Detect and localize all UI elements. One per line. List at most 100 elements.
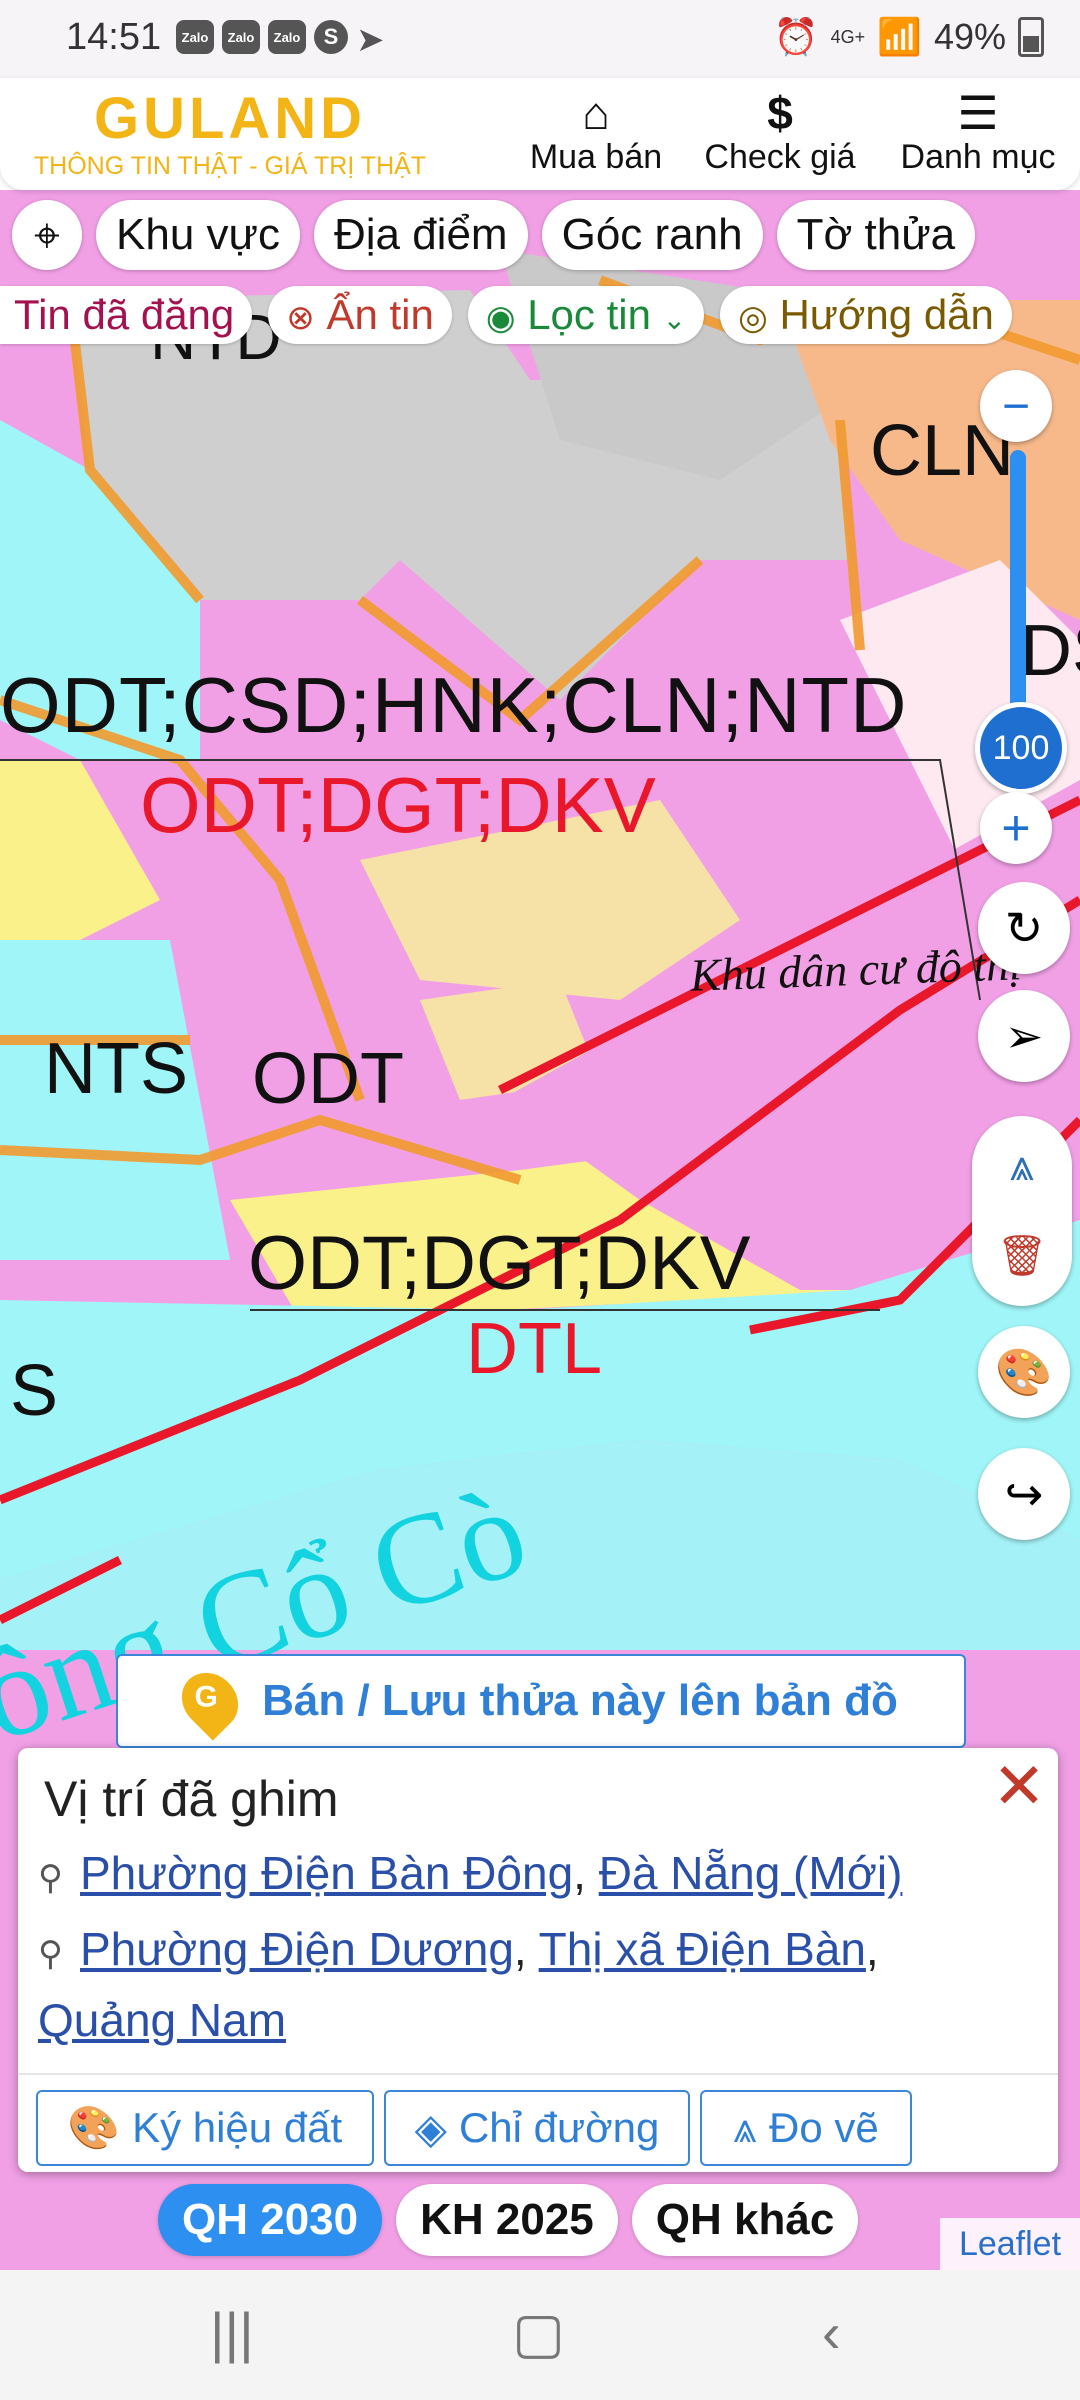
plan-tabs: QH 2030 KH 2025 QH khác: [158, 2184, 859, 2256]
logo[interactable]: GULAND THÔNG TIN THẬT - GIÁ TRỊ THẬT: [20, 86, 440, 181]
directions-label: Chỉ đường: [458, 2104, 660, 2151]
land-symbol-button[interactable]: 🎨 Ký hiệu đất: [36, 2090, 374, 2166]
nav-label: Check giá: [704, 138, 856, 176]
leaflet-attribution[interactable]: Leaflet: [940, 2218, 1080, 2270]
popup-title: Vị trí đã ghim: [44, 1771, 339, 1827]
battery-level: 49%: [933, 16, 1006, 57]
land-symbol-label: Ký hiệu đất: [132, 2104, 343, 2151]
back-icon[interactable]: ‹: [822, 2300, 841, 2365]
compass-icon: ⩓: [1009, 1141, 1035, 1190]
tab-qh-2030[interactable]: QH 2030: [158, 2184, 383, 2256]
pin-icon: ◉: [485, 299, 516, 337]
close-popup-button[interactable]: ✕: [984, 1754, 1054, 1818]
app-header: GULAND THÔNG TIN THẬT - GIÁ TRỊ THẬT ⌂ M…: [0, 78, 1080, 190]
chip-filter-label: Lọc tin: [527, 291, 651, 338]
draw-tools: ⩓ 🗑: [972, 1116, 1072, 1306]
chip-area[interactable]: Khu vực: [96, 200, 300, 270]
navigate-button[interactable]: ➢: [978, 990, 1070, 1082]
chevron-down-icon: ⌄: [662, 304, 687, 335]
chip-filter[interactable]: ◉ Lọc tin ⌄: [467, 286, 705, 344]
town-link[interactable]: Thị xã Điện Bàn: [539, 1923, 866, 1975]
map-label-line1: ODT;CSD;HNK;CLN;NTD: [0, 661, 908, 749]
chip-place[interactable]: Địa điểm: [313, 200, 528, 270]
share-icon: ↪: [1004, 1468, 1044, 1520]
house-icon: ⌂: [582, 87, 610, 139]
map-label-nts: NTS: [44, 1029, 188, 1109]
tab-qh-other[interactable]: QH khác: [631, 2184, 859, 2256]
pinned-location-popup: Vị trí đã ghim ✕ ⚲ Phường Điện Bàn Đông, …: [18, 1748, 1058, 2172]
map-label-dtl: DTL: [466, 1309, 603, 1389]
directions-icon: ◈: [414, 2104, 447, 2152]
logo-tagline: THÔNG TIN THẬT - GIÁ TRỊ THẬT: [33, 152, 427, 180]
status-bar: 14:51 Zalo Zalo Zalo S ➤ ⏰ 4G+ 📶 49%: [0, 0, 1080, 78]
signal-icon: 📶: [877, 16, 922, 57]
system-icons: ⏰ 4G+ 📶 49%: [774, 16, 1044, 58]
measure-button[interactable]: ⩓ Đo vẽ: [700, 2090, 912, 2166]
zoom-level-handle[interactable]: 100: [975, 702, 1067, 794]
nav-buy-sell[interactable]: ⌂ Mua bán: [516, 88, 676, 177]
battery-icon: [1018, 17, 1044, 57]
map-label-ds: DS: [1020, 611, 1080, 691]
alarm-icon: ⏰: [773, 16, 819, 57]
zoom-in-button[interactable]: +: [980, 792, 1052, 864]
guide-icon: ◎: [738, 299, 768, 337]
network-type: 4G+: [830, 26, 866, 47]
notification-icons: Zalo Zalo Zalo S ➤: [176, 20, 385, 60]
refresh-icon: ↻: [1004, 902, 1044, 954]
sell-save-parcel-button[interactable]: Bán / Lưu thửa này lên bản đồ: [116, 1654, 966, 1748]
compass-icon: ⩓: [733, 2103, 757, 2151]
chip-hide-label: Ẩn tin: [326, 291, 434, 338]
chip-guide-label: Hướng dẫn: [779, 291, 994, 338]
measure-label: Đo vẽ: [768, 2104, 879, 2151]
secondary-chip-row: Tin đã đăng ⊗ Ẩn tin ◉ Lọc tin ⌄ ◎ Hướng…: [0, 286, 1080, 350]
sell-button-label: Bán / Lưu thửa này lên bản đồ: [262, 1676, 898, 1725]
directions-button[interactable]: ◈ Chỉ đường: [384, 2090, 690, 2166]
ward-link[interactable]: Phường Điện Dương: [80, 1923, 514, 1975]
menu-icon: ☰: [957, 87, 999, 139]
zoom-out-button[interactable]: −: [980, 370, 1052, 442]
nav-label: Mua bán: [529, 138, 663, 176]
share-button[interactable]: ↪: [978, 1448, 1070, 1540]
guland-pin-icon: [170, 1661, 250, 1741]
clock: 14:51: [66, 16, 162, 58]
location-pin-icon: ⚲: [38, 1935, 63, 1973]
map-label-odt: ODT: [252, 1039, 404, 1119]
chip-hide[interactable]: ⊗ Ẩn tin: [268, 286, 452, 344]
chip-guide[interactable]: ◎ Hướng dẫn: [720, 286, 1012, 344]
x-circle-icon: ⊗: [286, 299, 315, 337]
province-link[interactable]: Quảng Nam: [38, 1994, 286, 2046]
logo-text: GULAND: [93, 86, 367, 151]
crosshair-icon: ⌖: [34, 209, 60, 261]
chip-parcel-sheet[interactable]: Tờ thửa: [776, 200, 976, 270]
trash-icon: 🗑: [996, 1234, 1048, 1278]
tab-kh-2025[interactable]: KH 2025: [396, 2184, 618, 2256]
dollar-icon: $: [767, 87, 793, 139]
nav-label: Danh mục: [900, 138, 1056, 176]
zalo-icon: Zalo: [176, 20, 214, 54]
map-label-line2: ODT;DGT;DKV: [140, 761, 656, 849]
compass-draw-button[interactable]: ⩓: [972, 1126, 1072, 1206]
zalo-icon: Zalo: [222, 20, 260, 54]
city-link[interactable]: Đà Nẵng (Mới): [599, 1847, 903, 1899]
chip-corner[interactable]: Góc ranh: [541, 200, 763, 270]
locate-me-button[interactable]: ⌖: [12, 200, 82, 270]
delete-drawing-button[interactable]: 🗑: [972, 1216, 1072, 1296]
filter-chip-row: ⌖ Khu vực Địa điểm Góc ranh Tờ thửa: [0, 200, 1080, 280]
nav-check-price[interactable]: $ Check giá: [690, 88, 870, 177]
navigation-arrow-icon: ➢: [1004, 1010, 1044, 1062]
recent-apps-icon[interactable]: |||: [210, 2300, 254, 2365]
palette-icon: 🎨: [67, 2103, 121, 2151]
zalo-icon: Zalo: [268, 20, 306, 54]
refresh-button[interactable]: ↻: [978, 882, 1070, 974]
chip-posted[interactable]: Tin đã đăng: [0, 286, 253, 344]
map-label-line3: ODT;DGT;DKV: [248, 1221, 751, 1306]
android-navigation-bar: ||| ▢ ‹: [0, 2270, 1080, 2400]
close-icon: ✕: [992, 1750, 1046, 1822]
location-old: ⚲ Phường Điện Dương, Thị xã Điện Bàn, Quả…: [38, 1923, 879, 2046]
popup-divider: [18, 2073, 1058, 2075]
home-icon[interactable]: ▢: [512, 2300, 565, 2366]
land-palette-button[interactable]: 🎨: [978, 1326, 1070, 1418]
ward-link[interactable]: Phường Điện Bàn Đông: [80, 1847, 573, 1899]
nav-menu[interactable]: ☰ Danh mục: [886, 88, 1070, 177]
s-app-icon: S: [314, 20, 348, 54]
